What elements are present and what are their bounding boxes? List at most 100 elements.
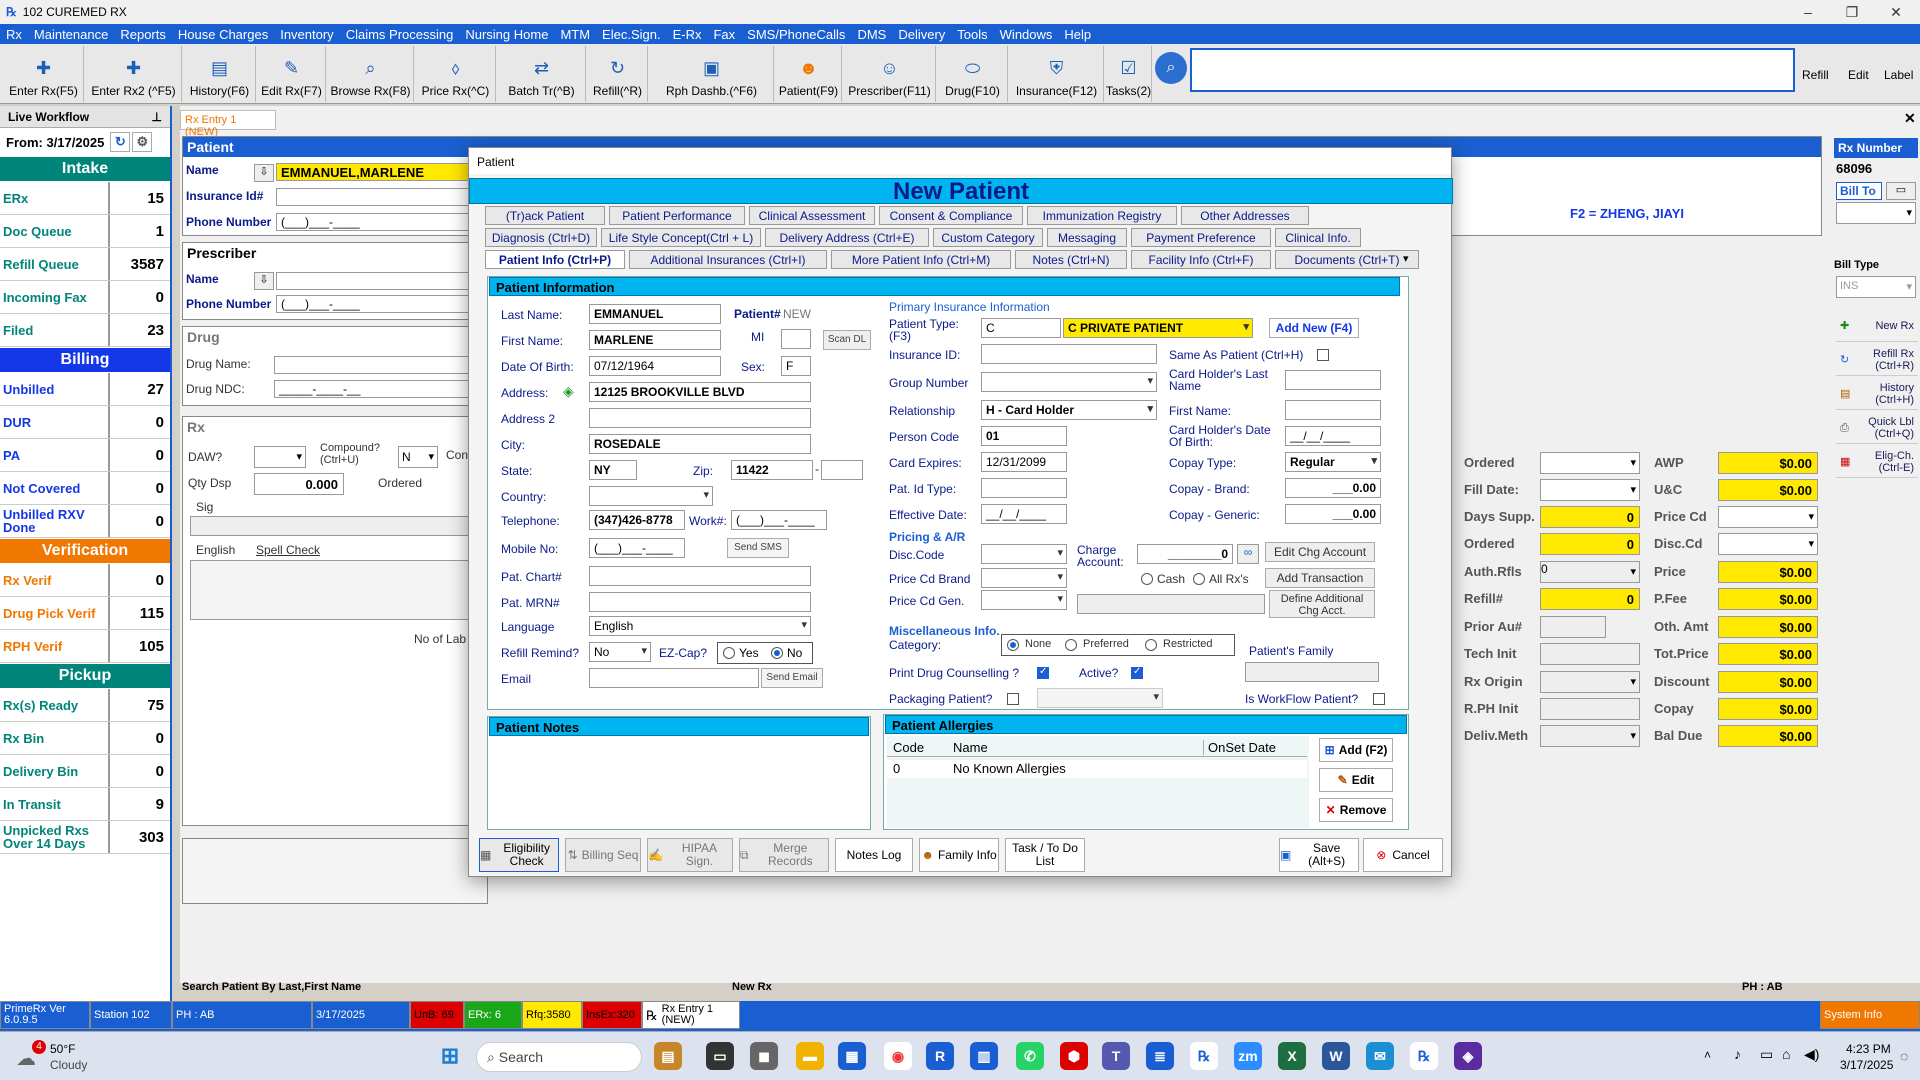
merge-records-button[interactable]: ⧉ Merge Records <box>739 838 829 872</box>
edit-label-button[interactable]: Edit <box>1848 68 1869 82</box>
clock-date[interactable]: 3/17/2025 <box>1840 1058 1893 1072</box>
tab-facility-info[interactable]: Facility Info (Ctrl+F) <box>1131 250 1271 269</box>
history-button[interactable]: ▤ History(F6) <box>184 46 256 102</box>
prescriber-button[interactable]: ☺ Prescriber(F11) <box>844 46 936 102</box>
tab-other-addresses[interactable]: Other Addresses <box>1181 206 1309 225</box>
ezcap-no-radio[interactable] <box>771 647 783 659</box>
send-sms-button[interactable]: Send SMS <box>727 538 789 558</box>
bg-ins-input[interactable] <box>276 188 470 206</box>
tab-additional-insurances[interactable]: Additional Insurances (Ctrl+I) <box>629 250 827 269</box>
address-input[interactable]: 12125 BROOKVILLE BLVD <box>589 382 811 402</box>
rx-field-input[interactable] <box>1540 698 1640 720</box>
tab-lifestyle[interactable]: Life Style Concept(Ctrl + L) <box>601 228 761 247</box>
patient-type-code-input[interactable]: C <box>981 318 1061 338</box>
add-transaction-button[interactable]: Add Transaction <box>1265 568 1375 588</box>
all-rx-radio[interactable] <box>1193 573 1205 585</box>
workflow-row[interactable]: Delivery Bin 0 <box>0 755 170 788</box>
system-info-button[interactable]: System Info <box>1820 1001 1920 1029</box>
country-select[interactable] <box>589 486 713 506</box>
menu-claims[interactable]: Claims Processing <box>340 27 460 42</box>
enter-rx-button[interactable]: ✚ Enter Rx(F5) <box>4 46 84 102</box>
rph-dashboard-button[interactable]: ▣ Rph Dashb.(^F6) <box>650 46 774 102</box>
workflow-row[interactable]: Unbilled 27 <box>0 373 170 406</box>
disc-code-select[interactable] <box>981 544 1067 564</box>
unb-status[interactable]: UnB: 69 <box>410 1001 464 1029</box>
word-icon[interactable]: W <box>1322 1042 1350 1070</box>
card-holder-dob-input[interactable]: __/__/____ <box>1285 426 1381 446</box>
settings-icon[interactable]: ⚙ <box>132 132 153 152</box>
tab-immunization[interactable]: Immunization Registry <box>1027 206 1177 225</box>
price-field-input[interactable]: $0.00 <box>1718 561 1818 583</box>
rx-field-input[interactable] <box>1540 643 1640 665</box>
edit-rx-button[interactable]: ✎ Edit Rx(F7) <box>258 46 326 102</box>
workflow-row[interactable]: Doc Queue 1 <box>0 215 170 248</box>
rx-app-2-icon[interactable]: ℞ <box>1410 1042 1438 1070</box>
notification-icon[interactable]: ◌ <box>1900 1048 1908 1064</box>
bg-prescriber-phone[interactable]: (___)___-____ <box>276 295 470 313</box>
chat-app-icon[interactable]: ◈ <box>1454 1042 1482 1070</box>
file-manager-app-icon[interactable]: ▤ <box>654 1042 682 1070</box>
telephone-input[interactable]: (347)426-8778 <box>589 510 685 530</box>
workflow-row[interactable]: Rx Bin 0 <box>0 722 170 755</box>
label-button[interactable]: Label <box>1884 68 1913 82</box>
copay-brand-input[interactable]: ___0.00 <box>1285 478 1381 498</box>
bg-phone-input[interactable]: (___)___-____ <box>276 213 470 231</box>
card-holder-first-input[interactable] <box>1285 400 1381 420</box>
menu-erx[interactable]: E-Rx <box>667 27 708 42</box>
pin-icon[interactable]: ⊥ <box>152 110 162 124</box>
patient-type-select[interactable]: C PRIVATE PATIENT <box>1063 318 1253 338</box>
tab-messaging[interactable]: Messaging <box>1047 228 1127 247</box>
tab-delivery-address[interactable]: Delivery Address (Ctrl+E) <box>765 228 929 247</box>
tasks-button[interactable]: ☑ Tasks(2) <box>1106 46 1152 102</box>
remove-allergy-button[interactable]: ✕ Remove <box>1319 798 1393 822</box>
restore-icon[interactable]: ❐ <box>1830 0 1874 24</box>
work-input[interactable]: (___)___-____ <box>731 510 827 530</box>
bg-drug-name-input[interactable] <box>274 356 470 374</box>
rx-entry-status[interactable]: ℞ Rx Entry 1 (NEW) <box>642 1001 740 1029</box>
document-icon[interactable]: ▭ <box>1886 182 1916 200</box>
rx-field-input[interactable]: 0 <box>1540 506 1640 528</box>
bg-prescriber-name[interactable] <box>276 272 470 290</box>
same-as-patient-checkbox[interactable] <box>1317 349 1329 361</box>
shield-app-icon[interactable]: ⬢ <box>1060 1042 1088 1070</box>
workflow-section-pickup[interactable]: Pickup <box>0 664 170 688</box>
category-none-radio[interactable] <box>1007 639 1019 651</box>
excel-icon[interactable]: X <box>1278 1042 1306 1070</box>
bill-to-select[interactable] <box>1836 202 1916 224</box>
packaging-patient-checkbox[interactable] <box>1007 693 1019 705</box>
cancel-button[interactable]: ⊗ Cancel <box>1363 838 1443 872</box>
card-holder-last-input[interactable] <box>1285 370 1381 390</box>
dob-input[interactable]: 07/12/1964 <box>589 356 721 376</box>
zoom-icon[interactable]: zm <box>1234 1042 1262 1070</box>
menu-windows[interactable]: Windows <box>994 27 1059 42</box>
workflow-row[interactable]: ERx 15 <box>0 182 170 215</box>
menu-rx[interactable]: Rx <box>0 27 28 42</box>
tab-notes[interactable]: Notes (Ctrl+N) <box>1015 250 1127 269</box>
price-field-input[interactable]: $0.00 <box>1718 671 1818 693</box>
relationship-select[interactable]: H - Card Holder <box>981 400 1157 420</box>
workflow-row[interactable]: In Transit 9 <box>0 788 170 821</box>
quick-label-button[interactable]: ⎙ Quick Lbl (Ctrl+Q) <box>1836 412 1918 444</box>
insurance-id-input[interactable] <box>981 344 1157 364</box>
chrome-icon[interactable]: ◉ <box>884 1042 912 1070</box>
tab-documents[interactable]: Documents (Ctrl+T) <box>1275 250 1419 269</box>
price-field-input[interactable]: $0.00 <box>1718 452 1818 474</box>
menu-maintenance[interactable]: Maintenance <box>28 27 114 42</box>
workflow-row[interactable]: Rx(s) Ready 75 <box>0 689 170 722</box>
workflow-row[interactable]: DUR 0 <box>0 406 170 439</box>
bill-type-select[interactable]: INS <box>1836 276 1916 298</box>
bill-to-button[interactable]: Bill To <box>1836 182 1882 200</box>
workflow-section-billing[interactable]: Billing <box>0 348 170 372</box>
email-input[interactable] <box>589 668 759 688</box>
rx-field-input[interactable] <box>1540 452 1640 474</box>
menu-fax[interactable]: Fax <box>707 27 741 42</box>
price-field-input[interactable]: $0.00 <box>1718 725 1818 747</box>
bg-compound-select[interactable]: N <box>398 446 438 468</box>
price-field-input[interactable] <box>1718 506 1818 528</box>
category-preferred-radio[interactable] <box>1065 639 1077 651</box>
batch-tr-button[interactable]: ⇄ Batch Tr(^B) <box>498 46 586 102</box>
menu-inventory[interactable]: Inventory <box>274 27 339 42</box>
bg-sig-text[interactable] <box>190 560 470 620</box>
copay-generic-input[interactable]: ___0.00 <box>1285 504 1381 524</box>
insurance-button[interactable]: ⛨ Insurance(F12) <box>1010 46 1104 102</box>
